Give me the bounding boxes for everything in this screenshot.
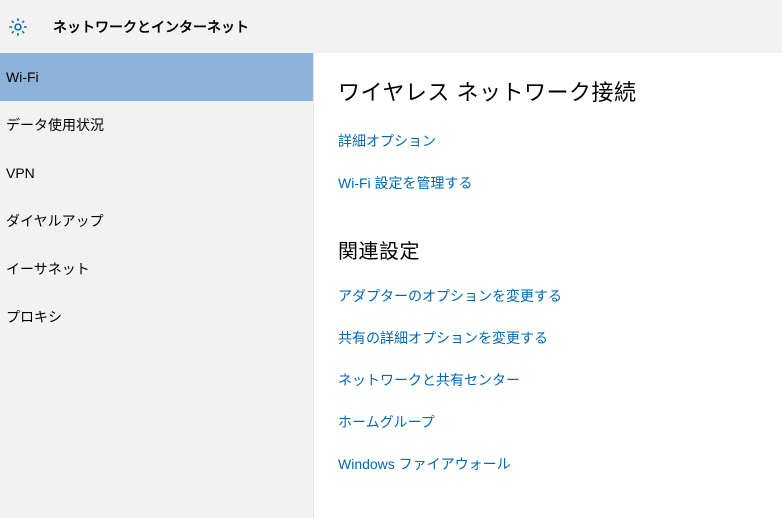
page-title: ネットワークとインターネット <box>53 17 249 37</box>
section-heading-wireless: ワイヤレス ネットワーク接続 <box>338 75 782 107</box>
link-network-sharing-center[interactable]: ネットワークと共有センター <box>338 370 782 390</box>
link-advanced-options[interactable]: 詳細オプション <box>338 131 782 151</box>
main-panel: ワイヤレス ネットワーク接続 詳細オプション Wi-Fi 設定を管理する 関連設… <box>314 53 782 518</box>
sidebar-item-vpn[interactable]: VPN <box>0 149 313 197</box>
sidebar-item-label: ダイヤルアップ <box>6 211 104 231</box>
link-windows-firewall[interactable]: Windows ファイアウォール <box>338 454 782 474</box>
section-heading-related: 関連設定 <box>338 235 782 264</box>
sidebar: Wi-Fi データ使用状況 VPN ダイヤルアップ イーサネット プロキシ <box>0 53 314 518</box>
sidebar-item-label: VPN <box>6 165 35 181</box>
link-manage-wifi[interactable]: Wi-Fi 設定を管理する <box>338 173 782 193</box>
settings-body: Wi-Fi データ使用状況 VPN ダイヤルアップ イーサネット プロキシ ワイ… <box>0 53 782 518</box>
sidebar-item-ethernet[interactable]: イーサネット <box>0 245 313 293</box>
sidebar-item-dialup[interactable]: ダイヤルアップ <box>0 197 313 245</box>
gear-icon <box>7 16 29 38</box>
sidebar-item-label: プロキシ <box>6 307 62 327</box>
sidebar-item-label: データ使用状況 <box>6 115 104 135</box>
settings-header: ネットワークとインターネット <box>0 0 782 53</box>
sidebar-item-wifi[interactable]: Wi-Fi <box>0 53 313 101</box>
sidebar-item-data-usage[interactable]: データ使用状況 <box>0 101 313 149</box>
link-change-adapter-options[interactable]: アダプターのオプションを変更する <box>338 286 782 306</box>
sidebar-item-label: イーサネット <box>6 259 90 279</box>
sidebar-item-proxy[interactable]: プロキシ <box>0 293 313 341</box>
link-homegroup[interactable]: ホームグループ <box>338 412 782 432</box>
sidebar-item-label: Wi-Fi <box>6 69 39 85</box>
link-change-sharing-options[interactable]: 共有の詳細オプションを変更する <box>338 328 782 348</box>
